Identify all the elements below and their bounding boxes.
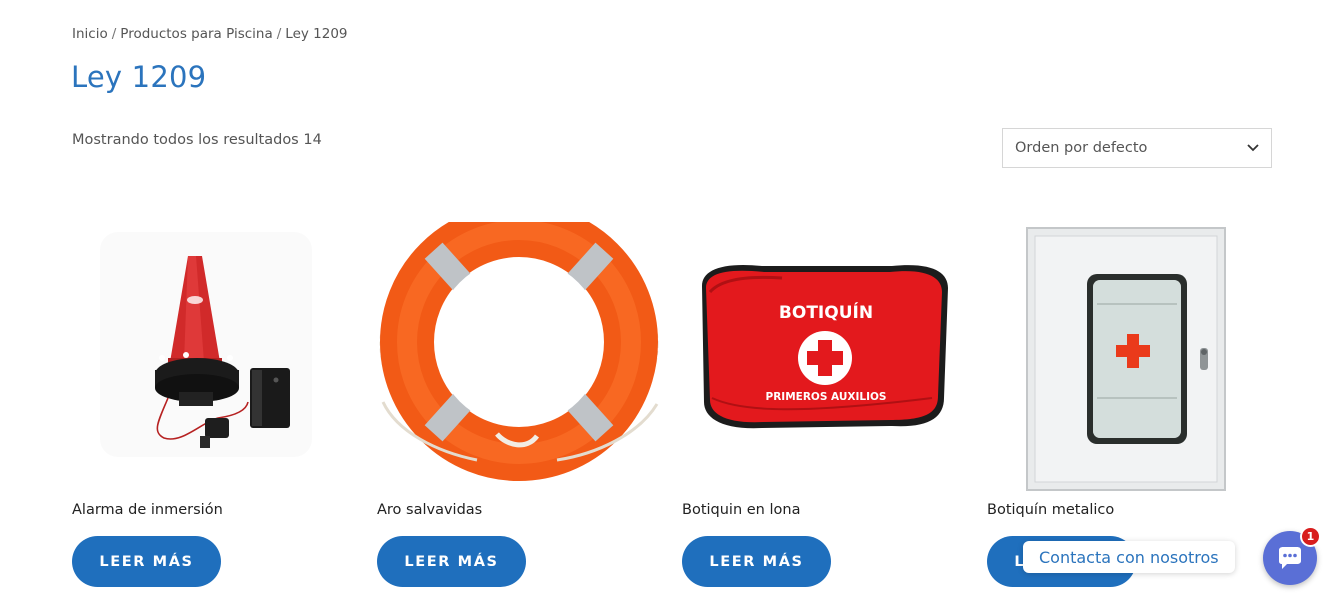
- product-name[interactable]: Alarma de inmersión: [72, 502, 223, 518]
- product-image-link[interactable]: [72, 222, 357, 494]
- page-title: Ley 1209: [71, 60, 207, 94]
- read-more-button[interactable]: LEER MÁS: [72, 536, 221, 587]
- chat-icon: [1279, 547, 1301, 569]
- product-card: Alarma de inmersión LEER MÁS: [72, 222, 357, 587]
- lifebuoy-image: [379, 222, 659, 481]
- notification-badge: 1: [1300, 526, 1321, 547]
- product-image-link[interactable]: [987, 222, 1272, 494]
- orderby-selected-value: Orden por defecto: [1015, 140, 1148, 156]
- product-card: Aro salvavidas LEER MÁS: [377, 222, 662, 587]
- read-more-button[interactable]: LEER MÁS: [682, 536, 831, 587]
- chat-bubble-label[interactable]: Contacta con nosotros: [1023, 541, 1235, 573]
- chevron-down-icon: [1247, 142, 1259, 155]
- breadcrumb-separator: /: [276, 26, 282, 42]
- product-name[interactable]: Aro salvavidas: [377, 502, 482, 518]
- bag-label-bottom: PRIMEROS AUXILIOS: [766, 391, 887, 403]
- breadcrumb-current: Ley 1209: [285, 26, 348, 42]
- pool-alarm-image: [100, 232, 312, 457]
- breadcrumb-home-link[interactable]: Inicio: [72, 26, 108, 42]
- product-image-link[interactable]: BOTIQUÍN PRIMEROS AUXILIOS: [682, 222, 967, 494]
- read-more-button[interactable]: LEER MÁS: [377, 536, 526, 587]
- breadcrumb-category-link[interactable]: Productos para Piscina: [120, 26, 272, 42]
- bag-label-top: BOTIQUÍN: [779, 301, 873, 323]
- product-card: Botiquín metalico LEER MÁS: [987, 222, 1272, 587]
- product-card: BOTIQUÍN PRIMEROS AUXILIOS Botiquin en l…: [682, 222, 967, 587]
- product-name[interactable]: Botiquín metalico: [987, 502, 1114, 518]
- product-image-link[interactable]: [377, 222, 662, 494]
- result-count: Mostrando todos los resultados 14: [72, 132, 322, 148]
- metal-cabinet-image: [1026, 227, 1226, 491]
- orderby-select[interactable]: Orden por defecto: [1002, 128, 1272, 168]
- first-aid-bag-image: BOTIQUÍN PRIMEROS AUXILIOS: [702, 264, 948, 429]
- product-name[interactable]: Botiquin en lona: [682, 502, 800, 518]
- breadcrumb: Inicio / Productos para Piscina / Ley 1209: [72, 26, 348, 42]
- breadcrumb-separator: /: [111, 26, 117, 42]
